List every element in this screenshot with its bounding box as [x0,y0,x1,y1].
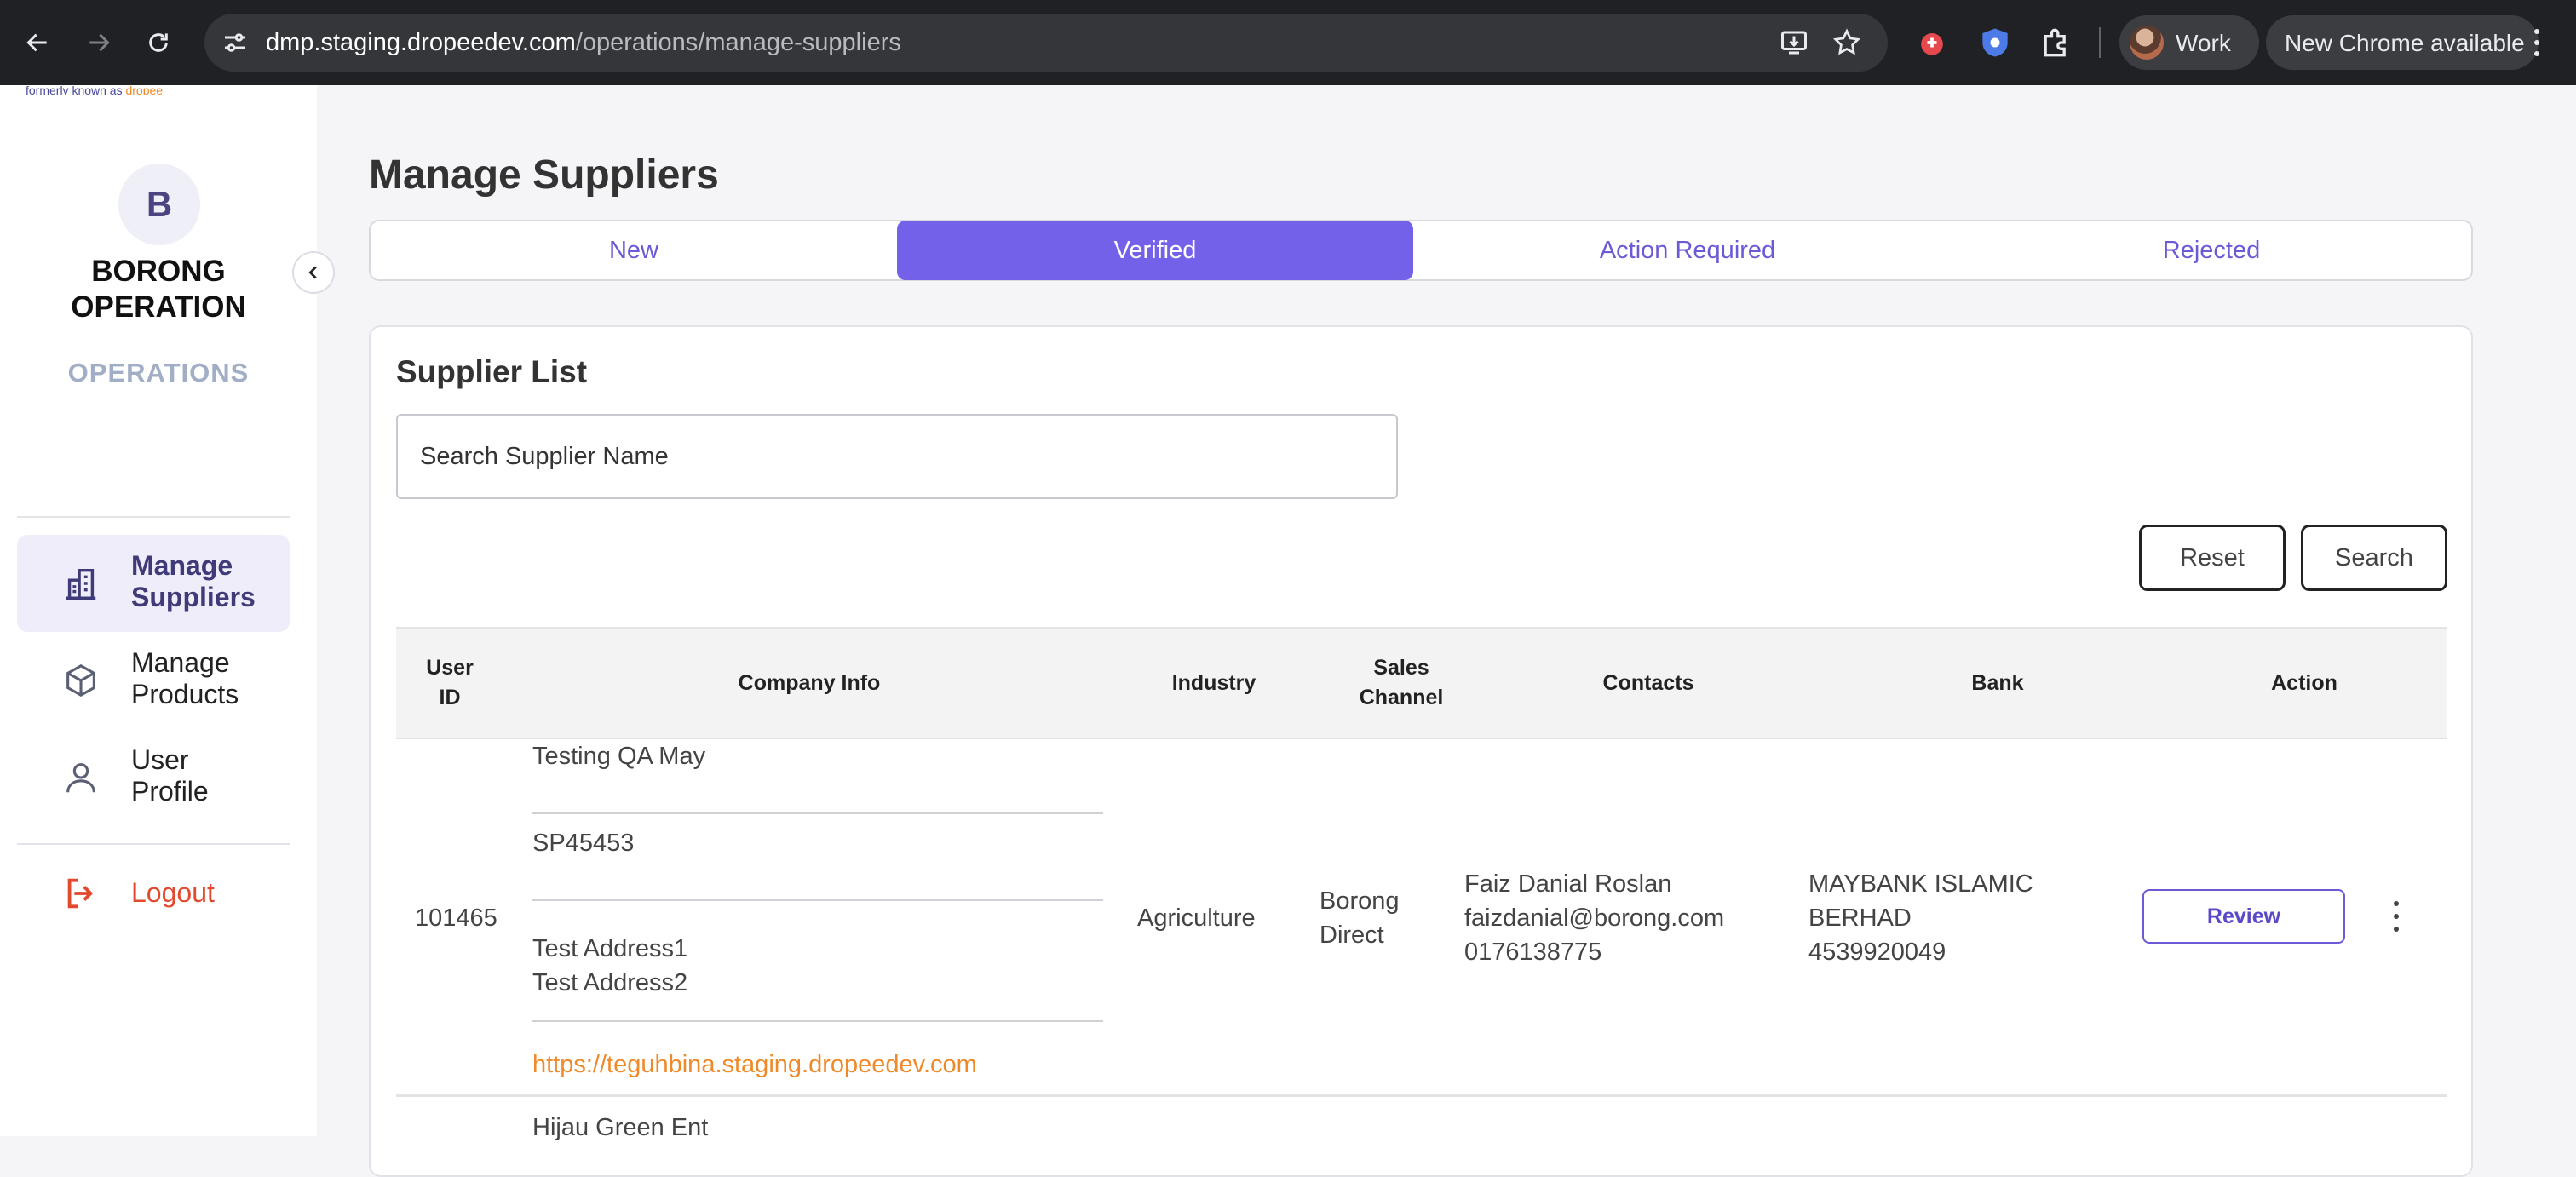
column-header-sales-channel: Sales Channel [1359,656,1444,709]
forward-button[interactable] [77,20,121,65]
sidebar-item-user-profile[interactable]: User Profile [17,729,290,826]
column-header-bank: Bank [1971,670,2024,695]
column-header-user-id: User ID [426,656,474,709]
site-settings-icon[interactable] [220,27,250,58]
formerly-known-as-text: formerly known as dropee [26,85,164,95]
back-button[interactable] [15,20,60,65]
sidebar-item-manage-products[interactable]: Manage Products [17,632,290,729]
company-info-divider [532,812,1103,814]
collapse-sidebar-button[interactable] [292,251,335,294]
organization-name: BORONG OPERATION [71,255,246,324]
review-button[interactable]: Review [2142,889,2345,944]
address-url: dmp.staging.dropeedev.com/operations/man… [266,29,901,56]
sidebar-item-label: User Profile [131,744,209,807]
supplier-list-card: Supplier List Reset Search UserID Compan… [369,325,2473,1177]
extensions-puzzle-icon[interactable] [2038,24,2075,61]
company-info-divider [532,1020,1103,1022]
arrow-right-icon [89,33,110,52]
sidebar-item-label: Manage Suppliers [131,550,256,612]
search-supplier-input[interactable] [396,414,1398,499]
toolbar-divider [2099,27,2101,58]
building-icon [66,568,96,600]
reload-icon [149,33,168,52]
row-more-options-button[interactable] [2388,901,2405,932]
logout-button[interactable]: Logout [17,855,290,932]
tab-action-required[interactable]: Action Required [1423,221,1952,279]
sidebar: formerly known as dropee B BORONG OPERAT… [0,85,317,1136]
box-icon [66,663,95,698]
column-header-action: Action [2271,670,2337,695]
card-title: Supplier List [396,354,588,389]
next-row-company-name: Hijau Green Ent [532,1114,709,1141]
extension-red-icon[interactable] [1913,24,1951,61]
company-name: Testing QA May [532,743,706,770]
column-header-company-info: Company Info [738,670,881,695]
logout-icon [67,878,94,909]
user-icon [66,763,95,793]
page-title: Manage Suppliers [369,152,719,198]
tab-new[interactable]: New [371,221,897,279]
company-info-divider [532,899,1103,901]
bank-cell: MAYBANK ISLAMIC BERHAD 4539920049 [1808,870,2033,966]
browser-toolbar: dmp.staging.dropeedev.com/operations/man… [0,0,2576,85]
bookmark-star-icon[interactable] [1831,27,1862,58]
industry-cell: Agriculture [1137,904,1256,932]
company-website-link[interactable]: https://teguhbina.staging.dropeedev.com [532,1048,977,1082]
contacts-cell: Faiz Danial Roslan faizdanial@borong.com… [1464,870,1725,966]
reset-button[interactable]: Reset [2139,525,2286,591]
reload-button[interactable] [136,20,181,65]
tab-rejected[interactable]: Rejected [1952,221,2471,279]
search-button[interactable]: Search [2301,525,2447,591]
sales-channel-cell: Borong Direct [1320,887,1400,949]
logout-label: Logout [131,877,215,908]
sidebar-item-manage-suppliers[interactable]: Manage Suppliers [17,535,290,632]
main-content: Manage Suppliers New Verified Action Req… [317,85,2576,1177]
organization-avatar: B [118,164,200,245]
organization-role: OPERATIONS [67,358,250,388]
sidebar-divider [17,516,290,518]
update-label: New Chrome available [2285,30,2525,56]
sidebar-divider [17,843,290,845]
user-id-cell: 101465 [415,904,497,932]
arrow-left-icon [26,33,47,52]
status-tabs: New Verified Action Required Rejected [369,220,2473,281]
profile-avatar [2130,26,2164,60]
table-row: 101465 Testing QA May SP45453 Test Addre… [396,739,2447,1097]
company-address: Test Address1 Test Address2 [532,935,688,996]
install-app-icon[interactable] [1779,27,1809,58]
chevron-left-icon [308,266,317,279]
chrome-menu-button[interactable] [2527,26,2547,60]
address-bar[interactable]: dmp.staging.dropeedev.com/operations/man… [204,14,1888,72]
column-header-contacts: Contacts [1602,670,1694,695]
extension-shield-icon[interactable] [1976,24,2014,61]
sidebar-item-label: Manage Products [131,647,239,709]
update-chrome-button[interactable]: New Chrome available [2266,15,2539,70]
company-code: SP45453 [532,830,635,857]
table-header: User ID Company Info Industry Sales Channe… [396,627,2447,739]
column-header-industry: Industry [1171,670,1256,695]
tab-verified[interactable]: Verified [897,221,1413,280]
profile-label: Work [2176,30,2231,56]
profile-button[interactable]: Work [2119,15,2259,70]
